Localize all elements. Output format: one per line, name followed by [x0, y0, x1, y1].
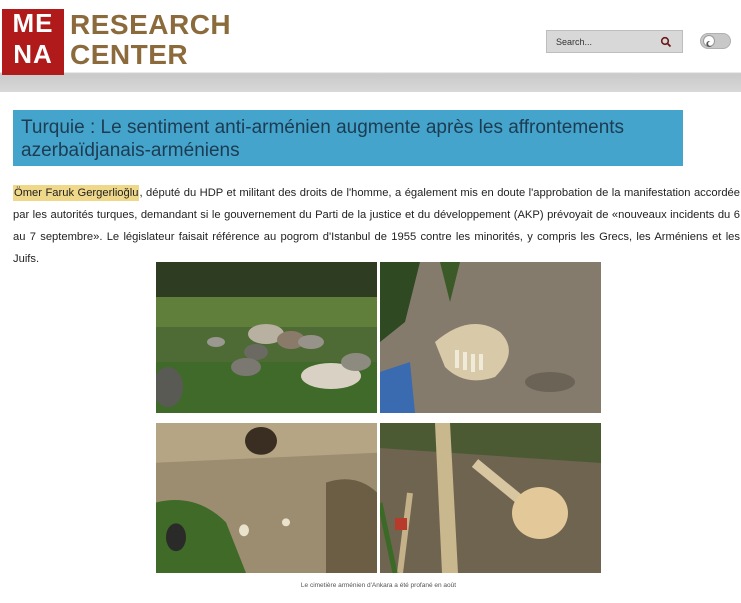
cemetery-photo-3[interactable] — [156, 423, 377, 573]
brand-line-1: RESEARCH — [70, 9, 232, 40]
logo-line-2: NA — [13, 39, 53, 69]
cemetery-photo-1[interactable] — [156, 262, 377, 413]
logo-line-1: ME — [12, 8, 54, 38]
article-paragraph: Ömer Faruk Gergerlioğlu, député du HDP e… — [13, 182, 740, 270]
brand-line-2: CENTER — [70, 39, 189, 70]
cemetery-photo-2[interactable] — [380, 262, 601, 413]
cemetery-photo-4[interactable] — [380, 423, 601, 573]
article-title: Turquie : Le sentiment anti-arménien aug… — [13, 110, 683, 166]
logo[interactable]: ME NA — [2, 9, 64, 75]
search-icon[interactable] — [660, 36, 672, 48]
photo-caption: Le cimetière arménien d'Ankara a été pro… — [300, 582, 457, 589]
moon-icon — [703, 35, 715, 47]
dark-mode-toggle[interactable] — [700, 33, 731, 49]
brand-name[interactable]: RESEARCH CENTER — [70, 10, 231, 70]
author-name-highlight: Ömer Faruk Gergerlioğlu — [13, 185, 140, 201]
site-header: ME NA RESEARCH CENTER — [0, 0, 741, 92]
photo-grid — [156, 262, 601, 573]
search-box — [546, 30, 683, 53]
search-input[interactable] — [547, 36, 656, 47]
